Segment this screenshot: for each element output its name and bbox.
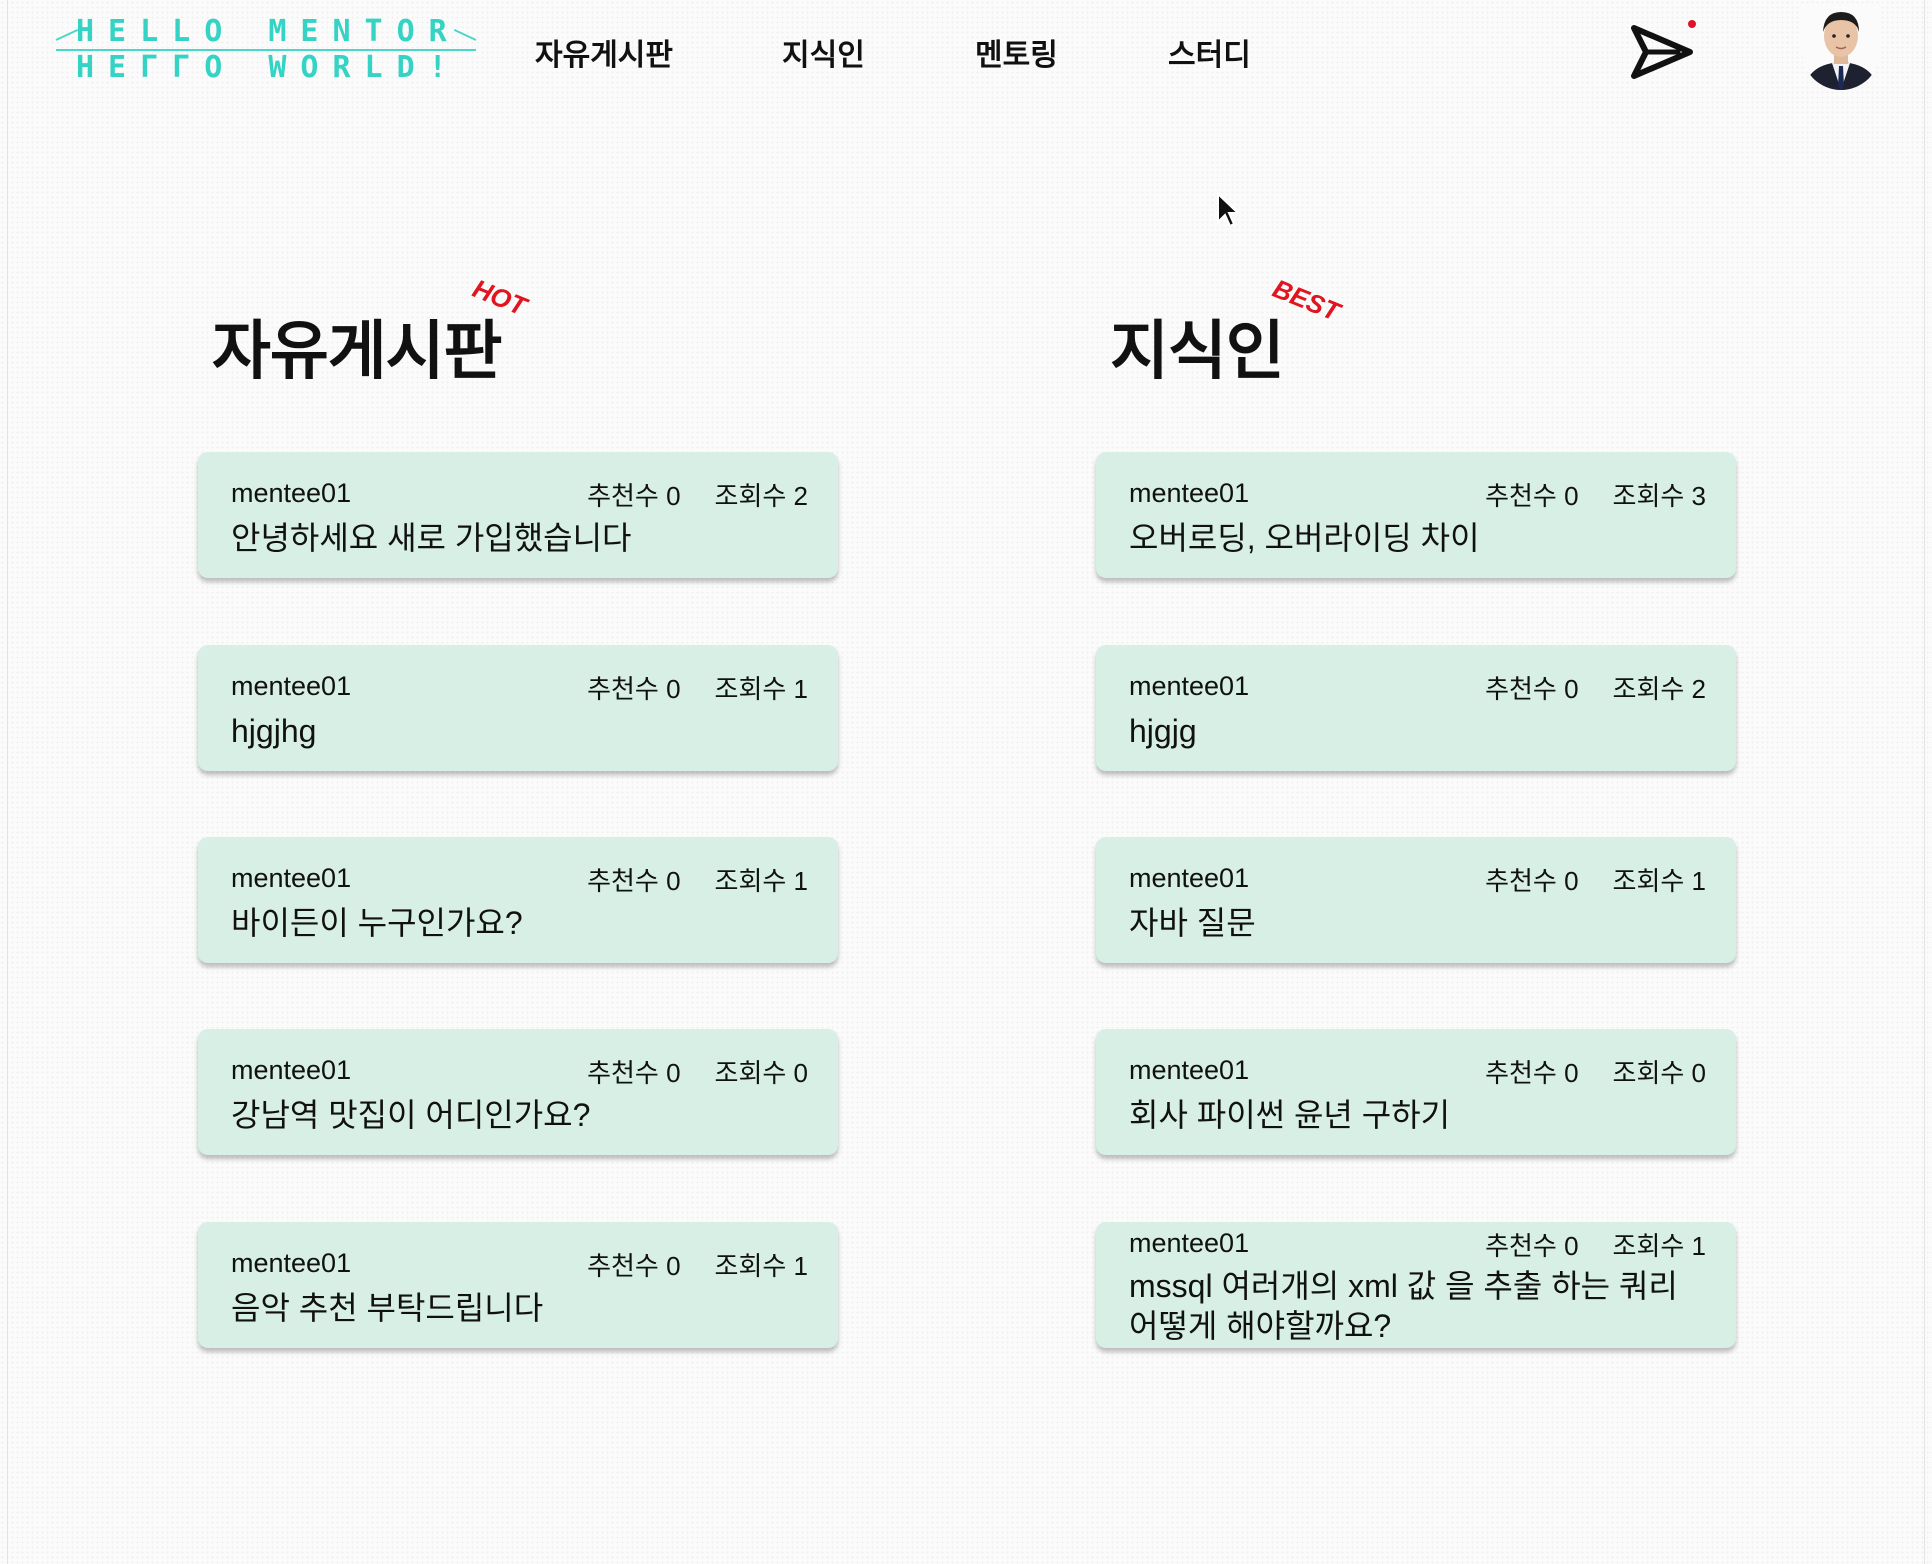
post-likes: 추천수 0: [587, 674, 681, 704]
mouse-cursor-icon: [1216, 191, 1241, 228]
post-views: 조회수 1: [714, 866, 808, 896]
post-title: 바이든이 누구인가요?: [231, 905, 523, 941]
site-logo[interactable]: HELLO MENTOR HEΓΓO WORLD!: [56, 14, 476, 86]
post-stats: 추천수 0 조회수 1: [587, 669, 808, 706]
logo-line-1: HELLO MENTOR: [76, 14, 461, 49]
free-board-title: 자유게시판: [212, 315, 502, 387]
post-title: 음악 추천 부탁드립니다: [231, 1290, 544, 1326]
page-right-border: [1924, 0, 1925, 1564]
post-stats: 추천수 0 조회수 2: [1485, 669, 1706, 706]
post-title: 자바 질문: [1129, 905, 1256, 941]
logo-line-2: HEΓΓO WORLD!: [76, 50, 461, 85]
post-title: 회사 파이썬 윤년 구하기: [1129, 1097, 1451, 1133]
post-likes: 추천수 0: [1485, 1058, 1579, 1088]
post-stats: 추천수 0 조회수 3: [1485, 476, 1706, 513]
post-likes: 추천수 0: [587, 1251, 681, 1281]
post-views: 조회수 1: [1612, 866, 1706, 896]
post-views: 조회수 1: [714, 1251, 808, 1281]
post-views: 조회수 0: [714, 1058, 808, 1088]
free-board-post[interactable]: mentee01 추천수 0 조회수 1 hjgjhg: [198, 645, 838, 771]
post-likes: 추천수 0: [1485, 481, 1579, 511]
post-author: mentee01: [1129, 1228, 1250, 1258]
page-left-border: [7, 0, 8, 1564]
post-views: 조회수 1: [1612, 1231, 1706, 1261]
free-board-post[interactable]: mentee01 추천수 0 조회수 1 음악 추천 부탁드립니다: [198, 1222, 838, 1348]
notification-dot: [1688, 20, 1696, 28]
knowledge-post[interactable]: mentee01 추천수 0 조회수 3 오버로딩, 오버라이딩 차이: [1096, 452, 1736, 578]
post-stats: 추천수 0 조회수 2: [587, 476, 808, 513]
post-stats: 추천수 0 조회수 0: [587, 1053, 808, 1090]
knowledge-title: 지식인: [1110, 315, 1285, 387]
nav-study[interactable]: 스터디: [1168, 30, 1251, 74]
post-author: mentee01: [231, 863, 352, 893]
post-stats: 추천수 0 조회수 0: [1485, 1053, 1706, 1090]
post-title: mssql 여러개의 xml 값 을 추출 하는 쿼리 어떻게 해야할까요?: [1129, 1268, 1678, 1344]
knowledge-post[interactable]: mentee01 추천수 0 조회수 1 자바 질문: [1096, 837, 1736, 963]
post-views: 조회수 3: [1612, 481, 1706, 511]
post-title: 강남역 맛집이 어디인가요?: [231, 1097, 591, 1133]
post-likes: 추천수 0: [1485, 866, 1579, 896]
nav-mentoring[interactable]: 멘토링: [975, 30, 1058, 74]
post-stats: 추천수 0 조회수 1: [587, 1246, 808, 1283]
nav-free-board[interactable]: 자유게시판: [535, 30, 673, 74]
free-board-post[interactable]: mentee01 추천수 0 조회수 2 안녕하세요 새로 가입했습니다: [198, 452, 838, 578]
post-likes: 추천수 0: [587, 481, 681, 511]
free-board-post[interactable]: mentee01 추천수 0 조회수 0 강남역 맛집이 어디인가요?: [198, 1029, 838, 1155]
post-author: mentee01: [231, 1248, 352, 1278]
post-views: 조회수 1: [714, 674, 808, 704]
post-author: mentee01: [1129, 671, 1250, 701]
user-avatar[interactable]: [1802, 6, 1880, 90]
send-icon[interactable]: [1628, 18, 1698, 80]
post-title: 오버로딩, 오버라이딩 차이: [1129, 520, 1480, 556]
post-title: hjgjhg: [231, 713, 317, 749]
knowledge-post[interactable]: mentee01 추천수 0 조회수 1 mssql 여러개의 xml 값 을 추…: [1096, 1222, 1736, 1348]
nav-knowledge[interactable]: 지식인: [782, 30, 865, 74]
post-author: mentee01: [1129, 478, 1250, 508]
post-views: 조회수 2: [1612, 674, 1706, 704]
post-author: mentee01: [231, 478, 352, 508]
post-views: 조회수 2: [714, 481, 808, 511]
knowledge-post[interactable]: mentee01 추천수 0 조회수 2 hjgjg: [1096, 645, 1736, 771]
post-author: mentee01: [231, 671, 352, 701]
post-author: mentee01: [1129, 863, 1250, 893]
post-likes: 추천수 0: [587, 866, 681, 896]
post-views: 조회수 0: [1612, 1058, 1706, 1088]
knowledge-post[interactable]: mentee01 추천수 0 조회수 0 회사 파이썬 윤년 구하기: [1096, 1029, 1736, 1155]
post-likes: 추천수 0: [1485, 674, 1579, 704]
post-stats: 추천수 0 조회수 1: [1485, 1226, 1706, 1263]
post-stats: 추천수 0 조회수 1: [1485, 861, 1706, 898]
post-author: mentee01: [1129, 1055, 1250, 1085]
post-likes: 추천수 0: [1485, 1231, 1579, 1261]
post-likes: 추천수 0: [587, 1058, 681, 1088]
top-header: HELLO MENTOR HEΓΓO WORLD! 자유게시판 지식인 멘토링 …: [0, 0, 1932, 110]
post-title: 안녕하세요 새로 가입했습니다: [231, 520, 632, 556]
post-title: hjgjg: [1129, 713, 1197, 749]
post-author: mentee01: [231, 1055, 352, 1085]
post-stats: 추천수 0 조회수 1: [587, 861, 808, 898]
free-board-post[interactable]: mentee01 추천수 0 조회수 1 바이든이 누구인가요?: [198, 837, 838, 963]
